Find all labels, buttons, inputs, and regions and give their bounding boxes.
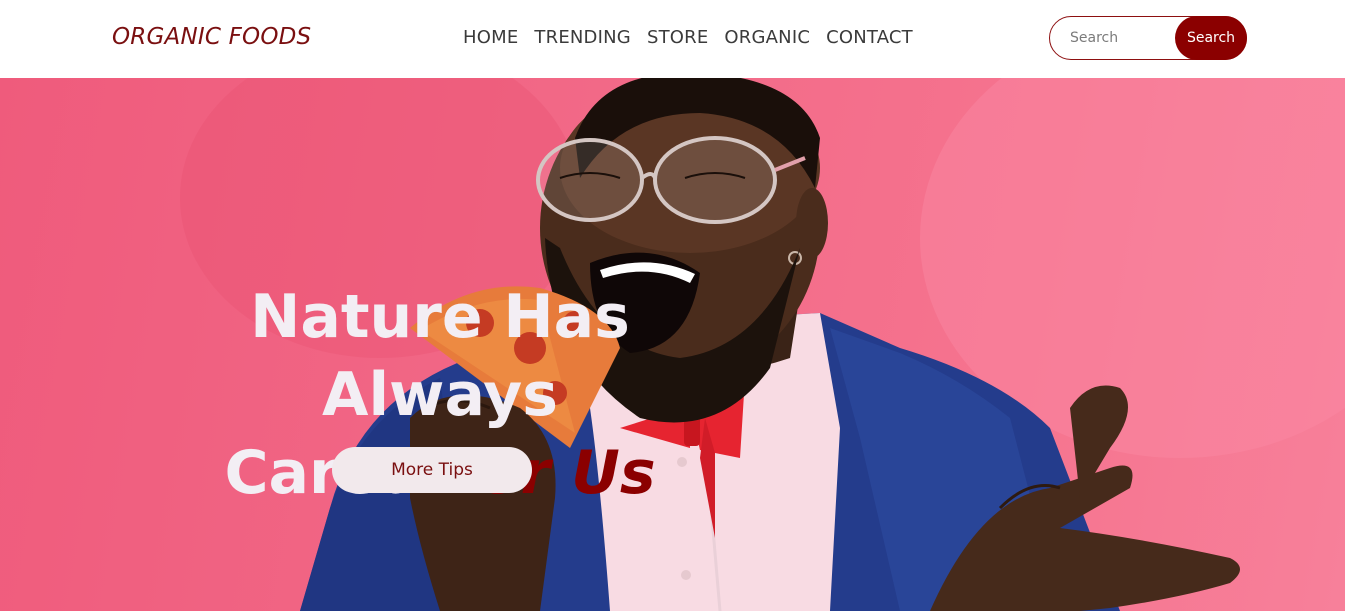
- nav-link-home[interactable]: HOME: [463, 27, 518, 48]
- nav-item-organic: ORGANIC: [724, 27, 826, 48]
- hero-banner: Nature Has Always Cared For Us More Tips: [0, 78, 1345, 611]
- nav-link-store[interactable]: STORE: [647, 27, 708, 48]
- search-form: Search: [1049, 16, 1247, 60]
- nav-link-organic[interactable]: ORGANIC: [724, 27, 810, 48]
- nav-link-trending[interactable]: TRENDING: [534, 27, 631, 48]
- search-button[interactable]: Search: [1175, 16, 1247, 60]
- nav-item-home: HOME: [463, 27, 534, 48]
- nav-item-contact: CONTACT: [826, 27, 929, 48]
- brand-logo[interactable]: ORGANIC FOODS: [112, 24, 311, 50]
- navbar: ORGANIC FOODS HOME TRENDING STORE ORGANI…: [0, 0, 1345, 78]
- nav-links: HOME TRENDING STORE ORGANIC CONTACT: [463, 27, 929, 48]
- nav-item-trending: TRENDING: [534, 27, 647, 48]
- nav-item-store: STORE: [647, 27, 724, 48]
- nav-link-contact[interactable]: CONTACT: [826, 27, 913, 48]
- headline-line-1: Nature Has Always: [250, 282, 630, 430]
- more-tips-button[interactable]: More Tips: [332, 447, 532, 493]
